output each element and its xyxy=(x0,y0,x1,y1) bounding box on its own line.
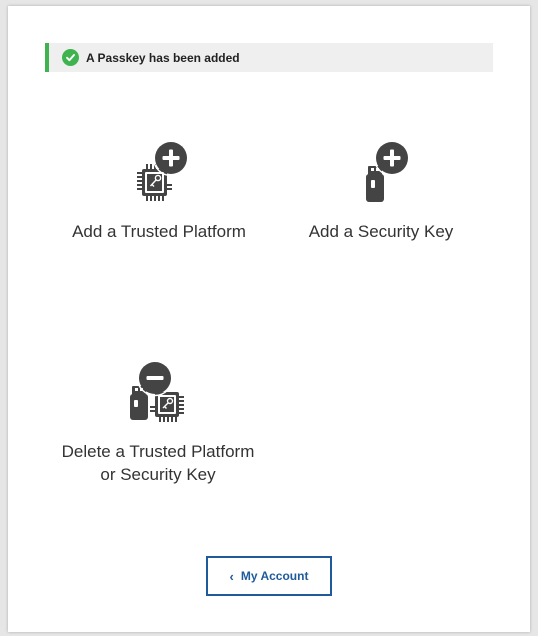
add-trusted-platform-icon xyxy=(137,139,190,201)
chevron-left-icon: ‹ xyxy=(229,568,234,584)
add-security-key-label: Add a Security Key xyxy=(308,222,454,241)
check-circle-icon xyxy=(62,49,79,66)
add-security-key-icon xyxy=(366,139,411,202)
add-trusted-platform-option[interactable]: Add a Trusted Platform xyxy=(54,136,264,243)
success-alert: A Passkey has been added xyxy=(45,43,493,72)
add-security-key-option[interactable]: Add a Security Key xyxy=(296,136,466,243)
delete-credential-option[interactable]: Delete a Trusted Platform or Security Ke… xyxy=(48,356,268,486)
my-account-label: My Account xyxy=(240,569,309,583)
alert-message: A Passkey has been added xyxy=(86,50,240,65)
my-account-button[interactable]: ‹ My Account xyxy=(206,556,332,596)
delete-credential-icon xyxy=(130,359,184,422)
add-trusted-platform-label: Add a Trusted Platform xyxy=(72,222,246,241)
passkey-card: A Passkey has been added Add a Trusted P… xyxy=(8,6,530,632)
delete-credential-label: Delete a Trusted Platform or Security Ke… xyxy=(61,442,255,484)
